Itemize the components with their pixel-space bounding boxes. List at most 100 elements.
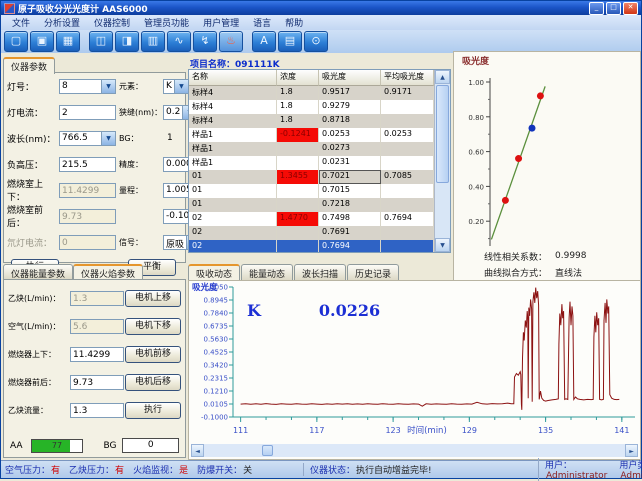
menu-item[interactable]: 文件	[5, 15, 37, 30]
param-input-left[interactable]: 215.5	[59, 157, 116, 172]
flame-param-input: 1.3	[70, 291, 124, 306]
table-row[interactable]: 样品10.0273	[189, 142, 434, 156]
close-button[interactable]: ✕	[623, 2, 638, 15]
save-icon[interactable]: ▦	[56, 31, 80, 52]
table-row[interactable]: 标样41.80.95170.9171	[189, 86, 434, 100]
x-tick-label: 135	[538, 426, 553, 435]
cell-absorbance: 0.7021	[319, 170, 381, 184]
cell-concentration	[277, 184, 319, 198]
x-tick-label: 123	[385, 426, 400, 435]
standard-point	[515, 155, 522, 162]
status-item-label: 乙炔压力：	[69, 466, 114, 476]
param-combo-left[interactable]: 766.5▼	[59, 131, 116, 146]
cell-absorbance: 0.9517	[319, 86, 381, 100]
auto-gain-icon[interactable]: ↯	[193, 31, 217, 52]
lamp-position-icon[interactable]: ▥	[141, 31, 165, 52]
cell-avg-absorbance	[381, 156, 434, 170]
cell-name: 02	[189, 226, 277, 240]
column-header[interactable]: 名称	[189, 70, 277, 86]
status-bar: 空气压力：有乙炔压力：有火焰监视：是防爆开关：关 仪器状态： 执行自动增益完毕!…	[1, 460, 641, 478]
menu-item[interactable]: 分析设置	[37, 15, 87, 30]
open-project-icon[interactable]: ▣	[30, 31, 54, 52]
hscrollbar-thumb[interactable]	[262, 445, 273, 456]
motor-button[interactable]: 执行	[125, 402, 181, 419]
table-row[interactable]: 样品10.0231	[189, 156, 434, 170]
flame-param-input: 5.6	[70, 319, 124, 334]
motor-button[interactable]: 电机后移	[125, 374, 181, 391]
maximize-button[interactable]: □	[606, 2, 621, 15]
chevron-down-icon[interactable]: ▼	[101, 80, 115, 93]
param-combo-right[interactable]: K▼	[163, 79, 189, 94]
param-combo-left[interactable]: 8▼	[59, 79, 116, 94]
table-row[interactable]: 010.7015	[189, 184, 434, 198]
status-item-label: 空气压力：	[5, 466, 50, 476]
menu-item[interactable]: 用户管理	[196, 15, 246, 30]
auto-zero-icon[interactable]: A	[252, 31, 276, 52]
table-row[interactable]: 标样41.80.9279	[189, 100, 434, 114]
motor-button[interactable]: 电机上移	[125, 290, 181, 307]
print-icon[interactable]: ▤	[278, 31, 302, 52]
scroll-right-icon[interactable]: ►	[625, 444, 638, 457]
scrollbar-thumb[interactable]	[436, 85, 449, 183]
lamp-energy-icon[interactable]: ◨	[115, 31, 139, 52]
table-row[interactable]: 021.47700.74980.7694	[189, 212, 434, 226]
cell-concentration: 1.8	[277, 114, 319, 128]
table-vertical-scrollbar[interactable]: ▲ ▼	[434, 70, 450, 252]
scroll-left-icon[interactable]: ◄	[191, 444, 204, 457]
tab-energy-params[interactable]: 仪器能量参数	[3, 264, 73, 279]
chart-horizontal-scrollbar[interactable]: ◄ ►	[191, 444, 638, 457]
new-project-icon[interactable]: ▢	[4, 31, 28, 52]
table-row[interactable]: 标样41.80.8718	[189, 114, 434, 128]
table-row[interactable]: 020.7691	[189, 226, 434, 240]
cell-avg-absorbance	[381, 184, 434, 198]
table-row[interactable]: 010.7218	[189, 198, 434, 212]
cell-avg-absorbance: 0.9171	[381, 86, 434, 100]
tab-energy[interactable]: 能量动态	[241, 264, 293, 280]
lamp-select-icon[interactable]: ◫	[89, 31, 113, 52]
cell-concentration: 1.4770	[277, 212, 319, 226]
menu-item[interactable]: 语言	[246, 15, 278, 30]
cell-avg-absorbance: 0.7085	[381, 170, 434, 184]
window-title: 原子吸收分光光度计 AAS6000	[18, 2, 587, 15]
motor-button[interactable]: 电机下移	[125, 318, 181, 335]
y-tick-label: 0.80	[468, 114, 484, 122]
tab-flame-params[interactable]: 仪器火焰参数	[73, 264, 143, 279]
status-item-label: 火焰监视：	[133, 466, 178, 476]
user-value: Administrator	[546, 471, 607, 481]
flame-param-input[interactable]: 9.73	[70, 375, 124, 390]
column-header[interactable]: 吸光度	[319, 70, 381, 86]
tab-history[interactable]: 历史记录	[347, 264, 399, 280]
flame-icon[interactable]: ♨	[219, 31, 243, 52]
menu-item[interactable]: 管理员功能	[137, 15, 196, 30]
motor-button[interactable]: 电机前移	[125, 346, 181, 363]
param-row: 燃烧室上下：11.4299量程：1.0050▼	[3, 177, 186, 203]
column-header[interactable]: 浓度	[277, 70, 319, 86]
column-header[interactable]: 平均吸光度	[381, 70, 434, 86]
aa-energy-value: 77	[32, 440, 83, 452]
tab-wavelength-scan[interactable]: 波长扫描	[294, 264, 346, 280]
flame-param-input[interactable]: 1.3	[70, 403, 124, 418]
standard-point	[537, 92, 544, 99]
minimize-button[interactable]: _	[589, 2, 604, 15]
standard-point	[502, 197, 509, 204]
wavelength-scan-icon[interactable]: ∿	[167, 31, 191, 52]
tab-absorption[interactable]: 吸收动态	[188, 264, 240, 280]
power-icon[interactable]: ⊙	[304, 31, 328, 52]
menu-item[interactable]: 仪器控制	[87, 15, 137, 30]
scroll-down-icon[interactable]: ▼	[435, 238, 450, 252]
chevron-down-icon[interactable]: ▼	[174, 80, 188, 93]
tab-instrument-params[interactable]: 仪器参数	[3, 57, 55, 74]
cell-absorbance: 0.7015	[319, 184, 381, 198]
param-label: 元素：	[119, 81, 163, 92]
chevron-down-icon[interactable]: ▼	[101, 132, 115, 145]
x-tick-label: 117	[309, 426, 324, 435]
correlation-value: 0.9998	[555, 251, 587, 261]
table-row[interactable]: 011.34550.70210.7085	[189, 170, 434, 184]
flame-param-input[interactable]: 11.4299	[70, 347, 124, 362]
table-row[interactable]: 020.7694	[189, 240, 434, 252]
menu-item[interactable]: 帮助	[278, 15, 310, 30]
cell-absorbance: 0.7694	[319, 240, 381, 252]
param-input-left[interactable]: 2	[59, 105, 116, 120]
table-row[interactable]: 样品1-0.12410.02530.0253	[189, 128, 434, 142]
scroll-up-icon[interactable]: ▲	[435, 70, 450, 84]
